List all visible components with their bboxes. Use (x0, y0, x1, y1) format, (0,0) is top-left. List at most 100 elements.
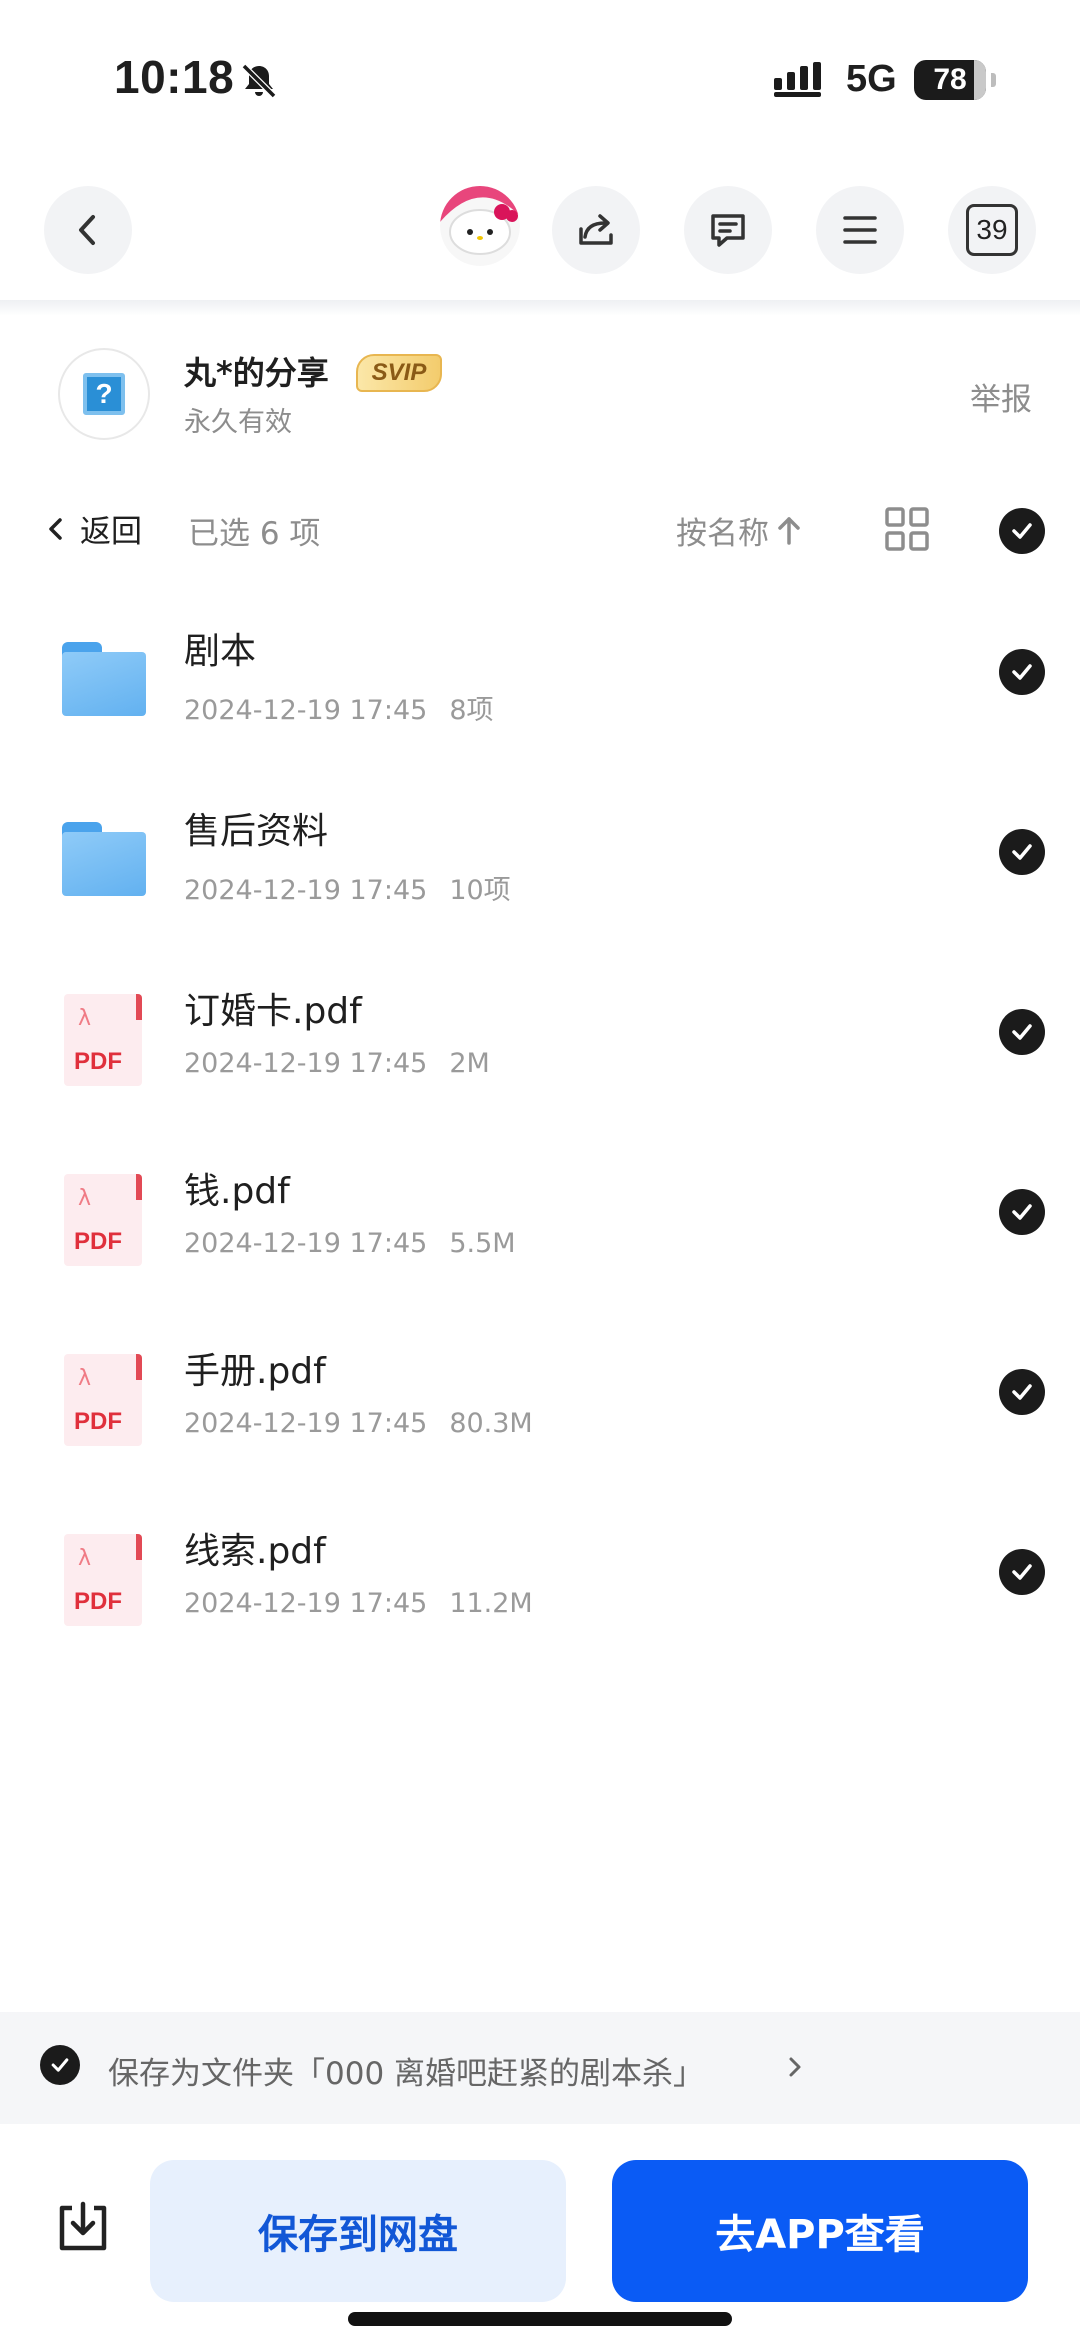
pdf-file-icon: λ PDF (58, 1530, 150, 1630)
battery-indicator: 78 (914, 60, 996, 100)
download-icon[interactable] (54, 2198, 112, 2256)
select-all-checkbox[interactable] (999, 508, 1045, 554)
chevron-right-icon (789, 2057, 801, 2077)
arrow-up-icon (778, 516, 800, 545)
file-date: 2024-12-19 17:45 (184, 875, 428, 906)
pdf-icon-label: PDF (74, 1588, 122, 1615)
file-name: 钱.pdf (184, 1171, 290, 1212)
check-icon (1012, 523, 1032, 539)
save-to-cloud-button[interactable]: 保存到网盘 (150, 2160, 566, 2302)
share-icon (579, 214, 613, 245)
file-checkbox[interactable] (999, 1009, 1045, 1055)
pdf-icon-label: PDF (74, 1048, 122, 1075)
pdf-file-icon: λ PDF (58, 1350, 150, 1450)
selected-count: 已选 6 项 (188, 516, 321, 552)
svip-badge: SVIP (356, 354, 442, 392)
tabs-count-icon: 39 (966, 204, 1018, 256)
check-icon (1012, 1564, 1032, 1580)
avatar[interactable] (440, 186, 520, 266)
file-info: 8项 (449, 695, 494, 726)
file-meta: 2024-12-19 17:45 5.5M (184, 1228, 516, 1259)
tabs-button[interactable]: 39 (948, 186, 1036, 274)
file-date: 2024-12-19 17:45 (184, 1588, 428, 1619)
pdf-icon-label: PDF (74, 1228, 122, 1255)
file-date: 2024-12-19 17:45 (184, 1408, 428, 1439)
file-info: 2M (449, 1048, 490, 1079)
file-name: 售后资料 (184, 811, 329, 852)
selection-toolbar: 返回 已选 6 项 按名称 (0, 490, 1080, 570)
file-meta: 2024-12-19 17:45 8项 (184, 688, 494, 727)
file-row[interactable]: λ PDF 手册.pdf 2024-12-19 17:45 80.3M (0, 1320, 1080, 1500)
file-checkbox[interactable] (999, 829, 1045, 875)
check-icon (51, 2058, 69, 2072)
pdf-file-icon: λ PDF (58, 990, 150, 1090)
file-list: 剧本 2024-12-19 17:45 8项 售后资料 2024-12-19 17:45… (0, 600, 1080, 1680)
share-validity: 永久有效 (184, 407, 292, 438)
file-row[interactable]: λ PDF 线索.pdf 2024-12-19 17:45 11.2M (0, 1500, 1080, 1680)
file-meta: 2024-12-19 17:45 10项 (184, 868, 511, 907)
network-type: 5G (846, 58, 897, 100)
file-name: 线索.pdf (184, 1531, 326, 1572)
tab-count: 39 (976, 214, 1008, 245)
return-label: 返回 (80, 514, 142, 550)
status-bar: 10:18 5G 78 (0, 0, 1080, 140)
signal-icon (774, 62, 821, 97)
file-row[interactable]: λ PDF 订婚卡.pdf 2024-12-19 17:45 2M (0, 960, 1080, 1140)
file-name: 剧本 (184, 631, 257, 672)
avatar-image (440, 186, 520, 266)
pdf-icon-label: PDF (74, 1408, 122, 1435)
comment-button[interactable] (684, 186, 772, 274)
pdf-file-icon: λ PDF (58, 1170, 150, 1270)
chevron-left-icon (79, 215, 95, 245)
check-icon (1012, 844, 1032, 860)
sort-button[interactable]: 按名称 (676, 508, 803, 553)
share-title: 丸*的分享 (184, 354, 329, 392)
file-checkbox[interactable] (999, 1189, 1045, 1235)
file-info: 80.3M (449, 1408, 533, 1439)
help-icon: ? (83, 373, 125, 415)
file-meta: 2024-12-19 17:45 2M (184, 1048, 490, 1079)
check-icon (1012, 664, 1032, 680)
share-logo: ? (58, 348, 150, 440)
grid-view-icon[interactable] (884, 506, 930, 552)
file-row[interactable]: λ PDF 钱.pdf 2024-12-19 17:45 5.5M (0, 1140, 1080, 1320)
share-header: ? 丸*的分享 SVIP 永久有效 举报 (0, 340, 1080, 450)
battery-empty-segment (974, 60, 986, 100)
file-info: 11.2M (449, 1588, 533, 1619)
chevron-left-icon (49, 517, 62, 540)
back-button[interactable] (44, 186, 132, 274)
battery-level: 78 (933, 63, 967, 96)
share-button[interactable] (552, 186, 640, 274)
menu-button[interactable] (816, 186, 904, 274)
save-as-label: 保存为文件夹「000 离婚吧赶紧的剧本杀」 (108, 2056, 705, 2092)
status-time: 10:18 (114, 51, 235, 103)
file-info: 5.5M (449, 1228, 516, 1259)
check-icon (1012, 1204, 1032, 1220)
check-icon (1012, 1384, 1032, 1400)
file-checkbox[interactable] (999, 1369, 1045, 1415)
file-info: 10项 (449, 875, 511, 906)
file-name: 手册.pdf (184, 1351, 326, 1392)
report-link[interactable]: 举报 (970, 374, 1032, 419)
save-as-folder-bar[interactable]: 保存为文件夹「000 离婚吧赶紧的剧本杀」 (0, 2012, 1080, 2124)
bottom-action-bar: 保存到网盘 去APP查看 (0, 2124, 1080, 2341)
folder-icon (58, 810, 150, 910)
bell-off-icon (241, 63, 277, 99)
file-checkbox[interactable] (999, 649, 1045, 695)
sort-label: 按名称 (676, 516, 769, 552)
file-row[interactable]: 售后资料 2024-12-19 17:45 10项 (0, 780, 1080, 960)
save-as-checkbox[interactable] (40, 2045, 80, 2085)
comment-icon (711, 214, 745, 247)
open-app-button[interactable]: 去APP查看 (612, 2160, 1028, 2302)
home-indicator (348, 2312, 732, 2326)
file-checkbox[interactable] (999, 1549, 1045, 1595)
file-date: 2024-12-19 17:45 (184, 1048, 428, 1079)
file-meta: 2024-12-19 17:45 11.2M (184, 1588, 533, 1619)
file-name: 订婚卡.pdf (184, 991, 362, 1032)
return-link[interactable]: 返回 (44, 506, 142, 551)
top-nav: 39 (0, 170, 1080, 290)
file-row[interactable]: 剧本 2024-12-19 17:45 8项 (0, 600, 1080, 780)
file-meta: 2024-12-19 17:45 80.3M (184, 1408, 533, 1439)
check-icon (1012, 1024, 1032, 1040)
folder-icon (58, 630, 150, 730)
